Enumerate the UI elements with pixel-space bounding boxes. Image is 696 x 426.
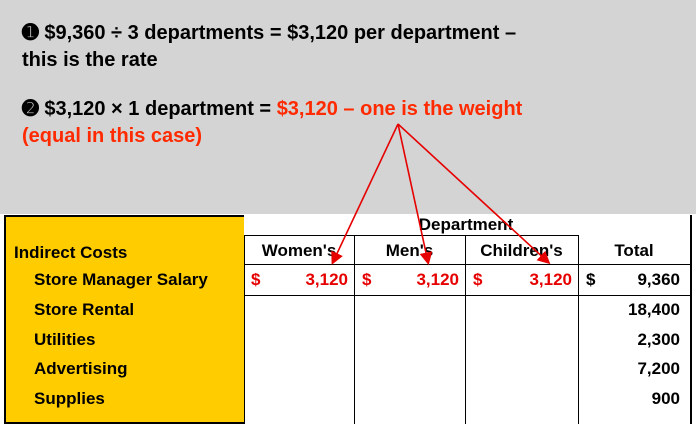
arrow-to-mens bbox=[397, 123, 433, 266]
arrow-to-childrens bbox=[397, 123, 551, 265]
allocation-arrows bbox=[331, 123, 551, 266]
arrow-to-womens bbox=[331, 123, 399, 265]
